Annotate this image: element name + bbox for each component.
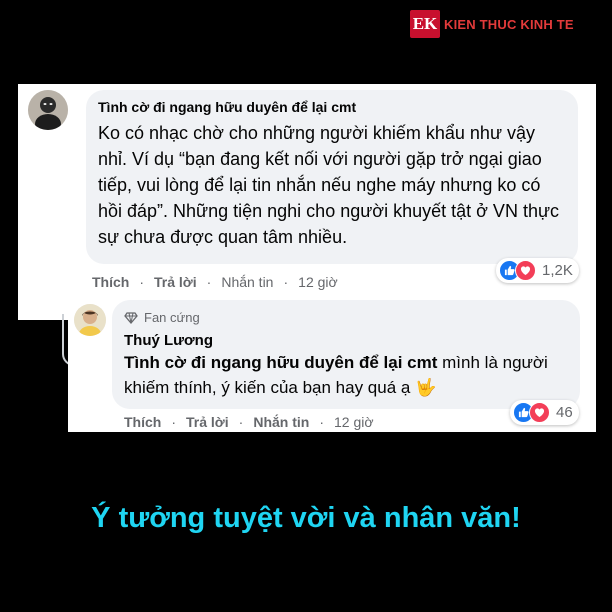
reply-actions: Thích · Trả lời · Nhắn tin · 12 giờ [124, 414, 374, 430]
brand-header: EK KIEN THUC KINH TE [410, 10, 574, 38]
caption-text: Ý tưởng tuyệt vời và nhân văn! [91, 502, 521, 534]
love-reaction-icon [515, 260, 536, 281]
reply-author[interactable]: Thuý Lương [124, 332, 213, 349]
avatar-image-icon [28, 90, 68, 130]
fan-badge-label: Fan cứng [144, 310, 200, 325]
avatar-image-icon [74, 304, 106, 336]
comment-card-2: Fan cứng Thuý Lương Tình cờ đi ngang hữu… [68, 298, 596, 432]
reply-text: Tình cờ đi ngang hữu duyên để lại cmt mì… [124, 350, 574, 400]
comment-actions: Thích · Trả lời · Nhắn tin · 12 giờ [92, 274, 338, 290]
reaction-summary[interactable]: 46 [510, 400, 579, 425]
reaction-count: 1,2K [542, 262, 573, 279]
brand-logo: EK [410, 10, 440, 38]
comment-card-1: Tình cờ đi ngang hữu duyên để lại cmt Ko… [18, 84, 596, 366]
message-link[interactable]: Nhắn tin [221, 274, 273, 290]
avatar[interactable] [28, 90, 68, 130]
mention-link[interactable]: Tình cờ đi ngang hữu duyên để lại cmt [124, 353, 437, 372]
like-link[interactable]: Thích [92, 274, 129, 290]
reply-bubble: Fan cứng Thuý Lương Tình cờ đi ngang hữu… [112, 300, 580, 409]
reaction-summary[interactable]: 1,2K [496, 258, 579, 283]
comment-bubble: Tình cờ đi ngang hữu duyên để lại cmt Ko… [86, 90, 578, 264]
reply-link[interactable]: Trả lời [186, 414, 229, 430]
fan-badge: Fan cứng [124, 310, 200, 325]
like-link[interactable]: Thích [124, 414, 161, 430]
comment-time[interactable]: 12 giờ [298, 274, 338, 290]
brand-name: KIEN THUC KINH TE [444, 16, 574, 32]
diamond-icon [124, 311, 138, 324]
love-reaction-icon [529, 402, 550, 423]
avatar[interactable] [74, 304, 106, 336]
reply-link[interactable]: Trả lời [154, 274, 197, 290]
comment-text: Ko có nhạc chờ cho những người khiếm khẩ… [98, 123, 560, 247]
comment-time[interactable]: 12 giờ [334, 414, 374, 430]
comment-author[interactable]: Tình cờ đi ngang hữu duyên để lại cmt [98, 99, 356, 115]
reaction-count: 46 [556, 404, 573, 421]
message-link[interactable]: Nhắn tin [253, 414, 309, 430]
